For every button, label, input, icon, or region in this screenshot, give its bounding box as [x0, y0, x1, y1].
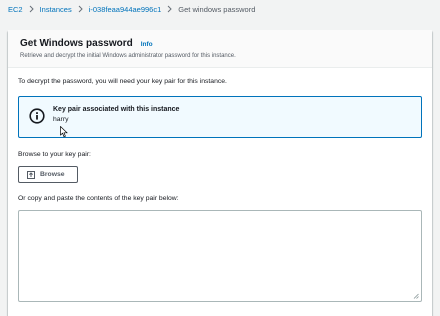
key-pair-info-alert: Key pair associated with this instance h… [18, 96, 422, 138]
mouse-pointer-icon [60, 126, 68, 138]
info-link[interactable]: Info [141, 41, 153, 48]
upload-icon [27, 170, 35, 179]
get-windows-password-panel: Get Windows password Info Retrieve and d… [8, 30, 432, 316]
resize-grip-icon[interactable] [413, 293, 419, 299]
browse-button-label: Browse [40, 171, 65, 178]
browse-label: Browse to your key pair: [18, 151, 91, 158]
panel-body: To decrypt the password, you will need y… [8, 68, 432, 302]
browse-button[interactable]: Browse [18, 166, 78, 183]
panel-description: Retrieve and decrypt the initial Windows… [20, 53, 236, 59]
chevron-right-icon [167, 5, 172, 13]
breadcrumb-instance-id[interactable]: i-038feaa944ae996c1 [89, 5, 162, 14]
intro-text: To decrypt the password, you will need y… [18, 78, 227, 85]
panel-header: Get Windows password Info Retrieve and d… [8, 30, 432, 68]
breadcrumb: EC2 Instances i-038feaa944ae996c1 Get wi… [8, 3, 255, 15]
key-pair-textarea[interactable] [18, 210, 422, 302]
key-pair-name: harry [53, 116, 69, 123]
chevron-right-icon [29, 5, 34, 13]
breadcrumb-current: Get windows password [178, 4, 256, 14]
page-title: Get Windows password [20, 38, 133, 49]
info-circle-icon [29, 108, 45, 124]
breadcrumb-instances[interactable]: Instances [40, 5, 72, 14]
breadcrumb-ec2[interactable]: EC2 [8, 5, 23, 14]
paste-label: Or copy and paste the contents of the ke… [18, 195, 179, 202]
key-pair-alert-title: Key pair associated with this instance [53, 106, 180, 113]
chevron-right-icon [78, 5, 83, 13]
